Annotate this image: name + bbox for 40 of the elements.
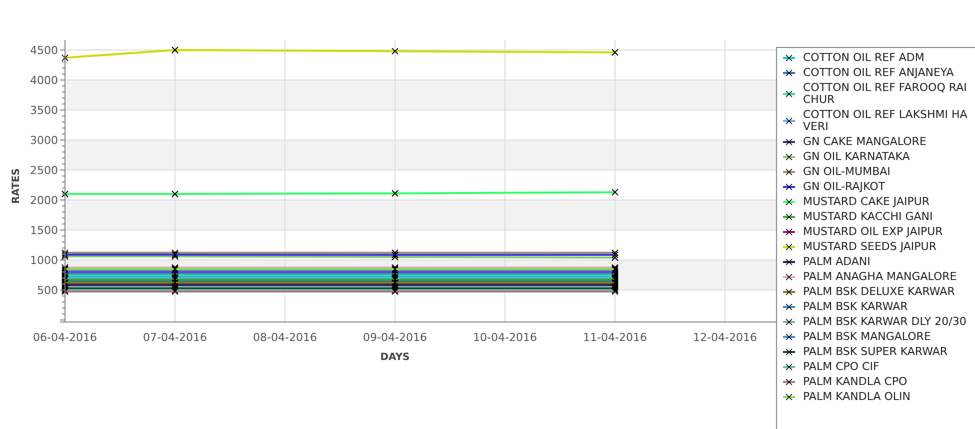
legend-label: GN CAKE MANGALORE [803,136,928,148]
x-tick-label: 09-04-2016 [363,331,427,344]
legend-label: MUSTARD CAKE JAIPUR [803,196,931,208]
legend-label: MUSTARD KACCHI GANI [803,211,934,223]
x-tick-label: 06-04-2016 [33,331,97,344]
legend-label: MUSTARD OIL EXP JAIPUR [803,226,944,238]
legend-label: PALM KANDLA OLIN [803,391,912,403]
y-tick-label: 3500 [30,104,58,117]
legend-label: PALM BSK DELUXE KARWAR [803,286,956,298]
y-tick-label: 1000 [30,254,58,267]
x-tick-label: 11-04-2016 [583,331,647,344]
x-axis-title: DAYS [380,352,410,363]
legend-label: PALM ADANI [803,256,872,268]
legend-label: PALM CPO CIF [803,361,880,373]
legend-label: COTTON OIL REF ADM [803,52,926,64]
x-tick-label: 07-04-2016 [143,331,207,344]
legend-label: PALM BSK MANGALORE [803,331,932,343]
legend-label: PALM BSK SUPER KARWAR [803,346,949,358]
legend-label: GN OIL KARNATAKA [803,151,911,163]
legend-label: PALM KANDLA CPO [803,376,908,388]
y-tick-label: 500 [37,284,58,297]
x-tick-label: 12-04-2016 [693,331,757,344]
x-tick-label: 10-04-2016 [473,331,537,344]
y-tick-label: 4500 [30,44,58,57]
y-tick-label: 3000 [30,134,58,147]
legend-label: GN OIL-MUMBAI [803,166,892,178]
legend-label: PALM ANAGHA MANGALORE [803,271,958,283]
y-tick-label: 2000 [30,194,58,207]
legend-label: PALM BSK KARWAR [803,301,909,313]
y-tick-label: 1500 [30,224,58,237]
legend-label: COTTON OIL REF ANJANEYA [803,67,955,79]
y-tick-label: 2500 [30,164,58,177]
legend-label: COTTON OIL REF LAKSHMI HA VERI [803,109,968,133]
legend-label: MUSTARD SEEDS JAIPUR [803,241,938,253]
x-tick-label: 08-04-2016 [253,331,317,344]
y-tick-label: 4000 [30,74,58,87]
legend-label: PALM BSK KARWAR DLY 20/30 [803,316,968,328]
legend-label: GN OIL-RAJKOT [803,181,886,193]
legend-label: COTTON OIL REF FAROOQ RAI CHUR [803,82,968,106]
y-axis-title: RATES [11,168,22,204]
